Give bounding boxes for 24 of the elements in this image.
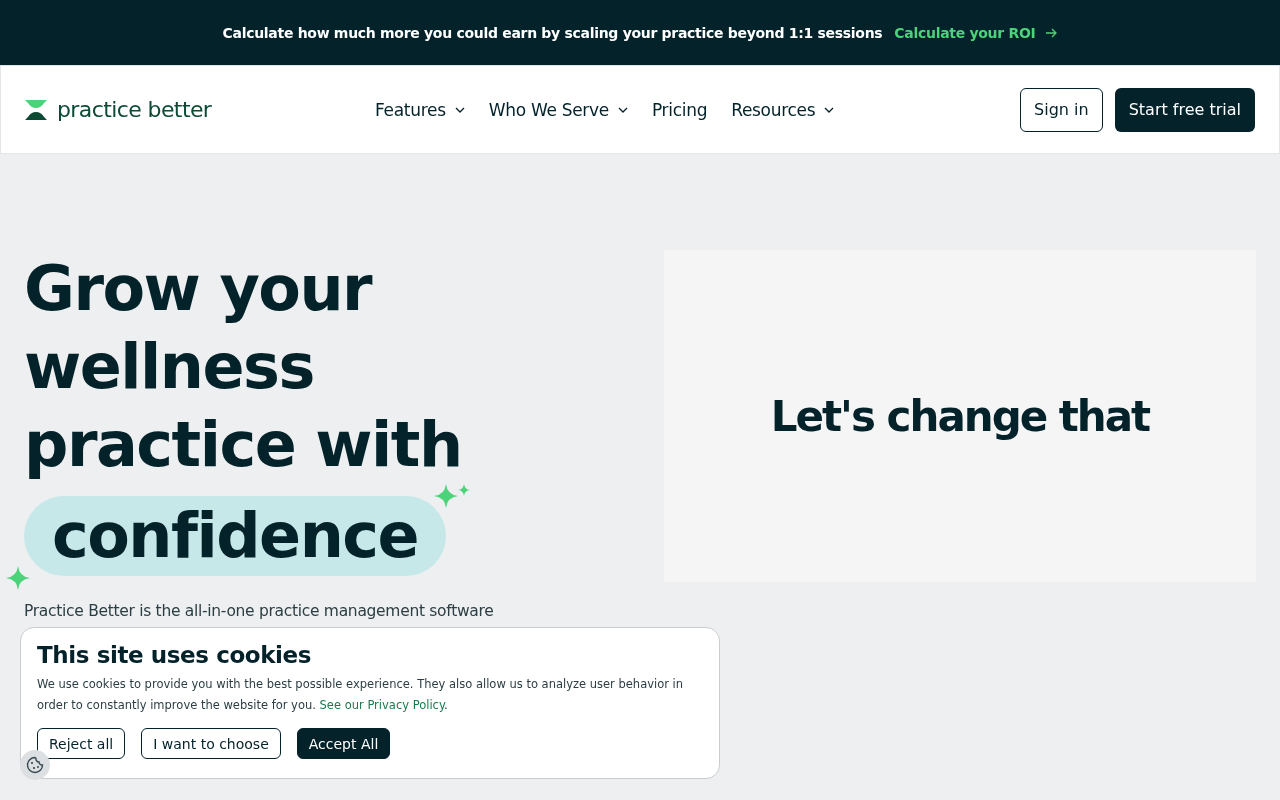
- arrow-icon: [1045, 26, 1058, 39]
- hero-description: Practice Better is the all-in-one practice management software: [24, 602, 495, 620]
- highlighted-word: confidence: [24, 496, 447, 576]
- heading-line: wellness: [24, 329, 314, 405]
- nav-link[interactable]: Pricing: [651, 99, 708, 120]
- logo-text: practice better: [57, 97, 212, 122]
- nav-link[interactable]: Features: [375, 99, 465, 120]
- sign-in-button[interactable]: Sign in: [1020, 87, 1103, 132]
- panel-heading: Let's change that: [770, 391, 1150, 441]
- nav-link[interactable]: Who We Serve: [488, 99, 628, 120]
- sparkle-icon: [6, 566, 30, 590]
- start-trial-button[interactable]: Start free trial: [1114, 87, 1255, 132]
- cookie-button[interactable]: I want to choose: [141, 728, 281, 759]
- heading-line: practice with: [24, 407, 462, 483]
- cookie-button[interactable]: Reject all: [37, 728, 126, 759]
- roi-link[interactable]: Calculate your ROI: [894, 24, 1058, 41]
- cookie-text: We use cookies to provide you with the best possible experience. They also allow us to analyze user behavior in order to constantly improve the website for you. See our Privacy Policy.: [37, 676, 685, 714]
- nav-link[interactable]: Resources: [731, 99, 835, 120]
- announcement-text: Calculate how much more you could earn by scaling your practice beyond 1:1 sessions: [222, 24, 883, 41]
- cookie-title: This site uses cookies: [37, 642, 313, 668]
- cookie-icon: [26, 756, 44, 774]
- heading-line: Grow your: [24, 251, 372, 327]
- logo-icon: [25, 99, 47, 120]
- cookie-button[interactable]: Accept All: [296, 728, 391, 759]
